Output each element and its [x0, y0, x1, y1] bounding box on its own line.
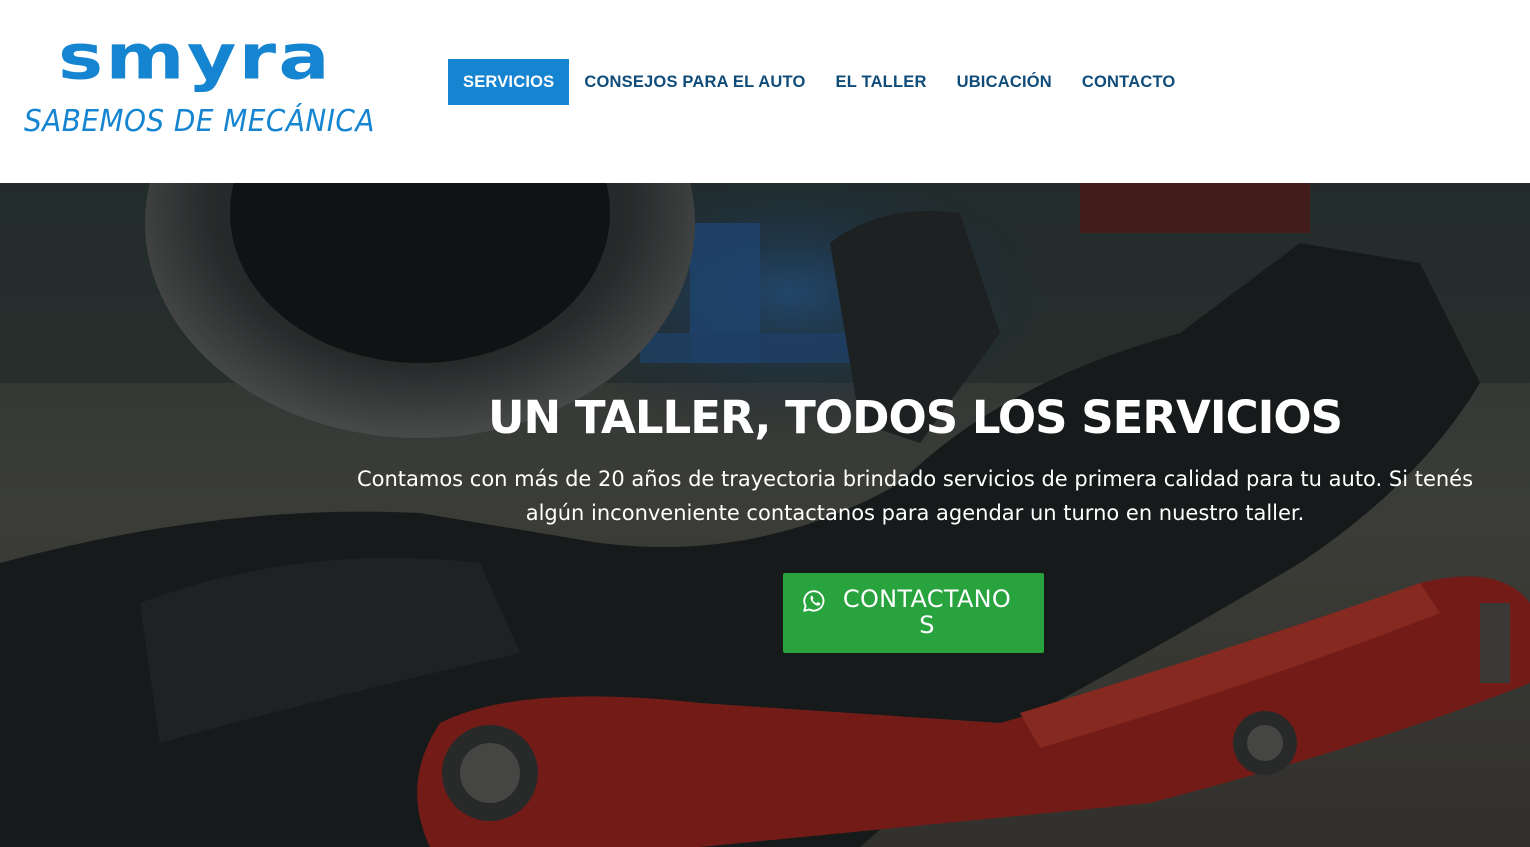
nav-item-el-taller[interactable]: EL TALLER	[821, 59, 942, 105]
nav-item-contacto[interactable]: CONTACTO	[1067, 59, 1191, 105]
main-nav: SERVICIOS CONSEJOS PARA EL AUTO EL TALLE…	[448, 59, 1190, 105]
site-header: SMYRA SABEMOS DE MECÁNICA SERVICIOS CONS…	[0, 0, 1530, 183]
whatsapp-icon	[803, 590, 825, 612]
nav-item-servicios[interactable]: SERVICIOS	[448, 59, 570, 105]
logo-wordmark: SMYRA	[58, 20, 332, 94]
logo-tagline: SABEMOS DE MECÁNICA	[24, 104, 375, 139]
contactanos-button-label: CONTACTANOS	[842, 585, 1012, 639]
nav-item-consejos-para-el-auto[interactable]: CONSEJOS PARA EL AUTO	[569, 59, 820, 105]
contactanos-button[interactable]: CONTACTANOS	[783, 573, 1044, 653]
hero-section: UN TALLER, TODOS LOS SERVICIOS Contamos …	[0, 183, 1530, 847]
nav-item-ubicacion[interactable]: UBICACIÓN	[942, 59, 1067, 105]
hero-description: Contamos con más de 20 años de trayector…	[356, 467, 1474, 525]
hero-title: UN TALLER, TODOS LOS SERVICIOS	[487, 391, 1343, 444]
site-logo[interactable]: SMYRA SABEMOS DE MECÁNICA	[22, 26, 382, 146]
